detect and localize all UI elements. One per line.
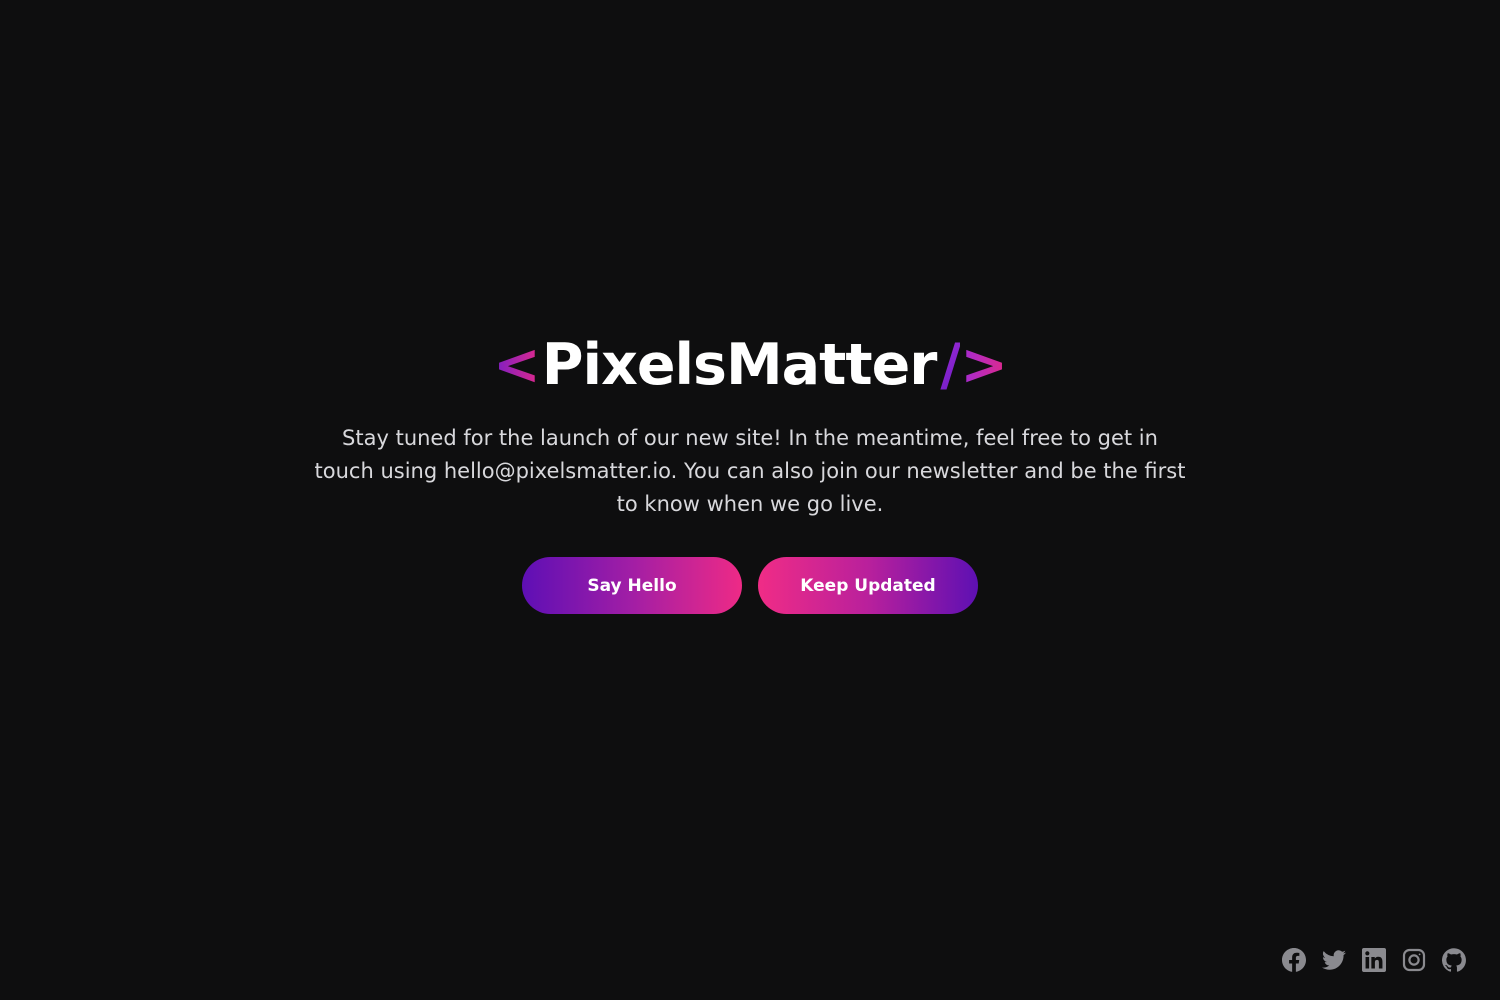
social-links — [1282, 948, 1466, 972]
tagline: Stay tuned for the launch of our new sit… — [314, 426, 1186, 516]
github-icon[interactable] — [1442, 948, 1466, 972]
logo-slash: / — [940, 332, 961, 398]
logo-open-bracket: < — [492, 332, 541, 398]
logo-close-bracket: > — [960, 332, 1008, 398]
linkedin-icon[interactable] — [1362, 948, 1386, 972]
facebook-icon[interactable] — [1282, 948, 1306, 972]
say-hello-button[interactable]: Say Hello — [522, 557, 742, 614]
keep-updated-button[interactable]: Keep Updated — [758, 557, 978, 614]
instagram-icon[interactable] — [1402, 948, 1426, 972]
cta-group: Say Hello Keep Updated — [0, 557, 1500, 614]
logo[interactable]: < PixelsMatter / > — [492, 330, 1008, 400]
logo-wordmark: PixelsMatter — [541, 332, 938, 398]
hero: < PixelsMatter / > Stay tuned for the la… — [0, 330, 1500, 614]
twitter-icon[interactable] — [1322, 948, 1346, 972]
